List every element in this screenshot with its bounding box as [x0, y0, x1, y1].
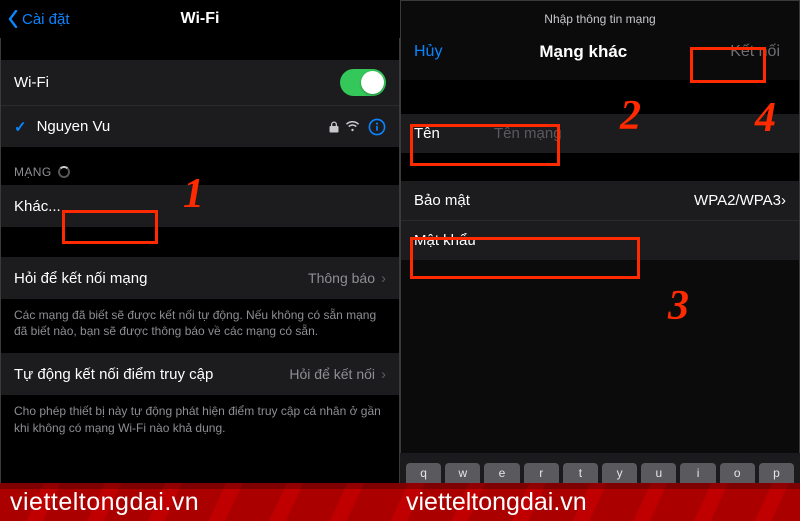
chevron-left-icon — [8, 10, 18, 28]
password-label: Mật khẩu — [414, 232, 494, 249]
name-label: Tên — [414, 125, 494, 142]
networks-header-text: MẠNG — [14, 165, 52, 179]
chevron-right-icon: › — [381, 366, 386, 383]
connected-network-row[interactable]: ✓ Nguyen Vu — [0, 105, 400, 147]
back-button[interactable]: Cài đặt — [8, 0, 70, 38]
other-network-row[interactable]: Khác... — [0, 185, 400, 227]
key-y[interactable]: y — [602, 463, 637, 483]
key-t[interactable]: t — [563, 463, 598, 483]
key-w[interactable]: w — [445, 463, 480, 483]
hotspot-footer-note: Cho phép thiết bị này tự động phát hiện … — [0, 395, 400, 449]
key-o[interactable]: o — [720, 463, 755, 483]
key-i[interactable]: i — [680, 463, 715, 483]
wifi-label: Wi-Fi — [14, 74, 340, 91]
other-network-dialog: Nhập thông tin mạng Hủy Mạng khác Kết nố… — [400, 0, 800, 521]
key-q[interactable]: q — [406, 463, 441, 483]
info-icon[interactable] — [368, 118, 386, 136]
wifi-toggle[interactable] — [340, 69, 386, 96]
networks-section-header: MẠNG — [0, 147, 400, 185]
page-title: Wi-Fi — [181, 10, 220, 28]
dialog-subtitle: Nhập thông tin mạng — [400, 0, 800, 32]
dialog-title: Mạng khác — [539, 42, 627, 62]
lock-icon — [329, 121, 339, 133]
spinner-icon — [58, 166, 70, 178]
auto-hotspot-row[interactable]: Tự động kết nối điểm truy cập Hỏi để kết… — [0, 353, 400, 395]
checkmark-icon: ✓ — [14, 118, 27, 136]
other-label: Khác... — [14, 198, 386, 215]
watermark-text-left: vietteltongdai.vn — [10, 488, 199, 517]
ask-footer-note: Các mạng đã biết sẽ được kết nối tự động… — [0, 299, 400, 353]
security-value: WPA2/WPA3 — [694, 192, 781, 209]
key-p[interactable]: p — [759, 463, 794, 483]
hotspot-label: Tự động kết nối điểm truy cập — [14, 366, 289, 383]
ask-label: Hỏi để kết nối mạng — [14, 270, 308, 287]
wifi-toggle-row: Wi-Fi — [0, 60, 400, 105]
chevron-right-icon: › — [381, 270, 386, 287]
watermark-banner: vietteltongdai.vn — [0, 483, 800, 521]
network-name: Nguyen Vu — [37, 118, 323, 135]
security-label: Bảo mật — [414, 192, 694, 209]
name-field-row[interactable]: Tên Tên mạng — [400, 114, 800, 153]
nav-bar: Cài đặt Wi-Fi — [0, 0, 400, 38]
back-label: Cài đặt — [22, 11, 70, 28]
ask-value: Thông báo — [308, 270, 375, 286]
key-e[interactable]: e — [484, 463, 519, 483]
cancel-button[interactable]: Hủy — [414, 43, 442, 61]
keyboard-row[interactable]: q w e r t y u i o p — [400, 453, 800, 483]
ask-to-join-row[interactable]: Hỏi để kết nối mạng Thông báo › — [0, 257, 400, 299]
wifi-settings-screen: Cài đặt Wi-Fi Wi-Fi ✓ Nguyen Vu — [0, 0, 400, 521]
dialog-nav: Hủy Mạng khác Kết nối — [400, 32, 800, 80]
security-row[interactable]: Bảo mật WPA2/WPA3 › — [400, 181, 800, 220]
key-u[interactable]: u — [641, 463, 676, 483]
wifi-signal-icon — [345, 121, 360, 132]
hotspot-value: Hỏi để kết nối — [289, 366, 375, 382]
chevron-right-icon: › — [781, 192, 786, 209]
password-row[interactable]: Mật khẩu — [400, 220, 800, 260]
connect-button[interactable]: Kết nối — [724, 40, 786, 64]
name-placeholder: Tên mạng — [494, 125, 562, 142]
key-r[interactable]: r — [524, 463, 559, 483]
